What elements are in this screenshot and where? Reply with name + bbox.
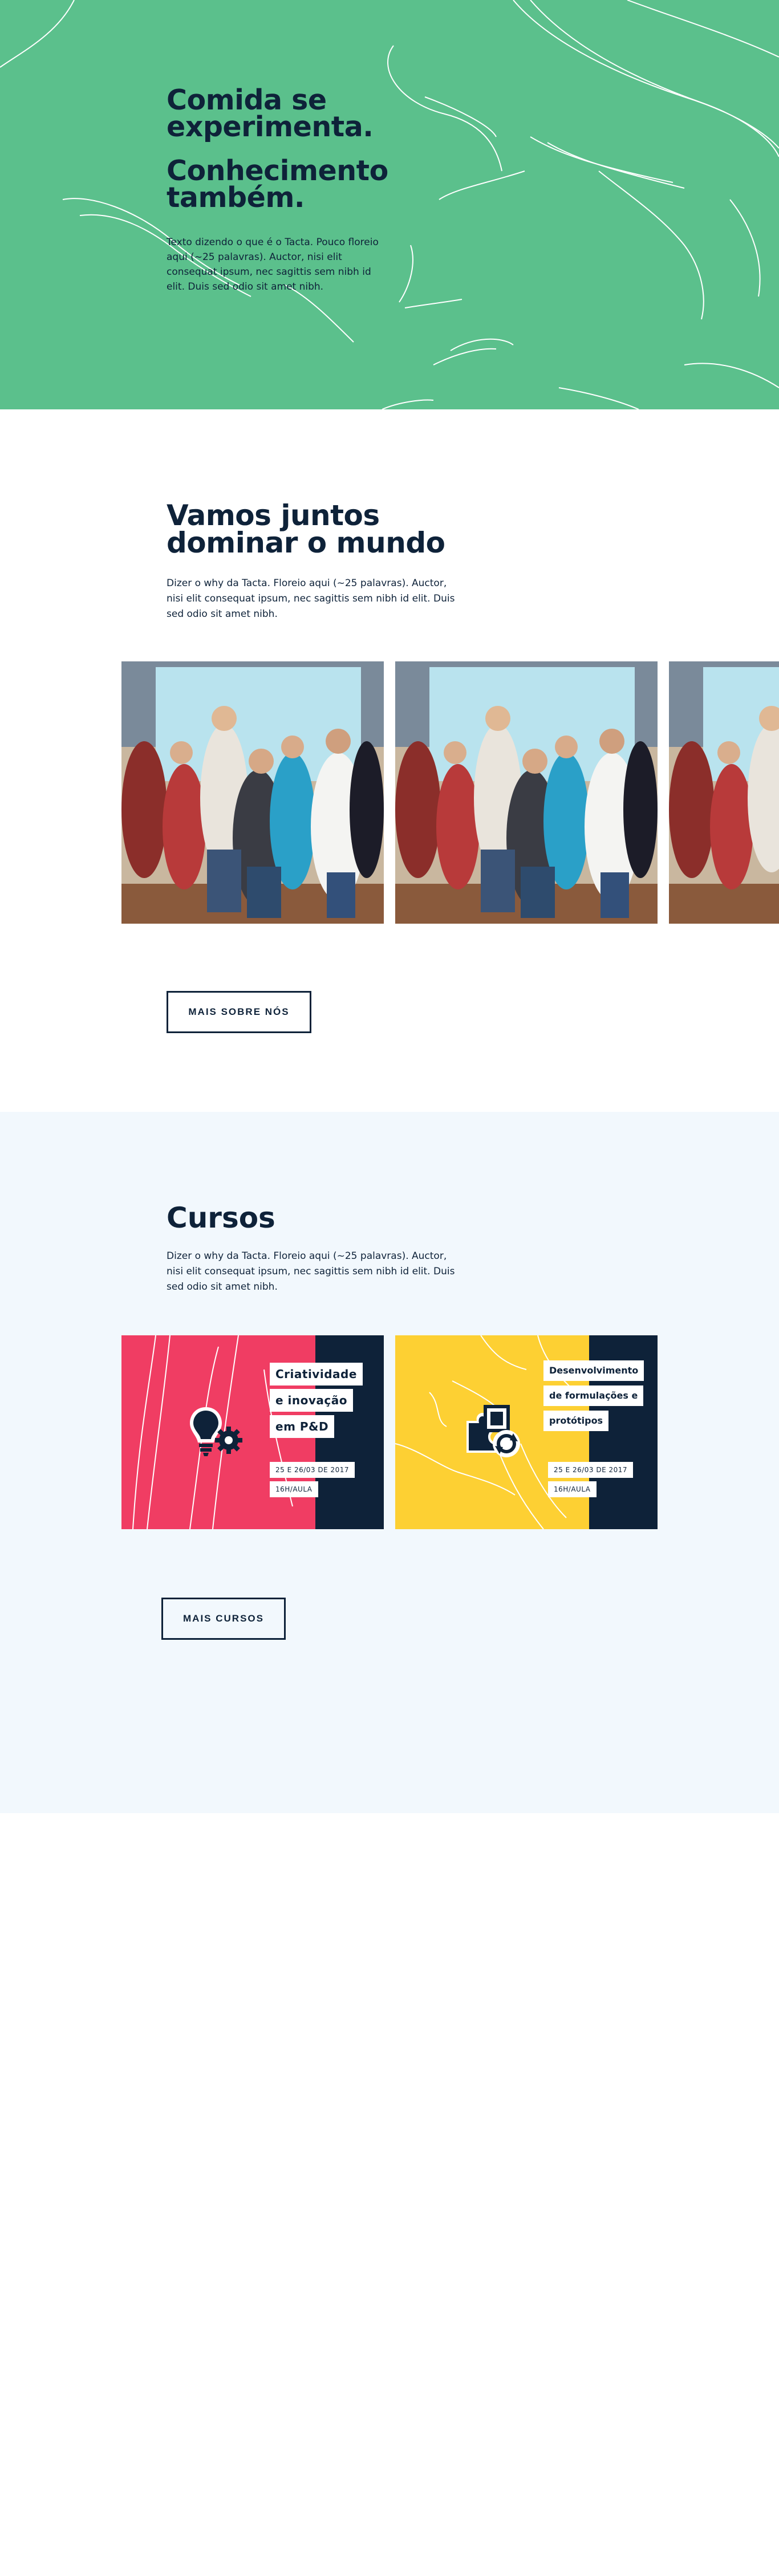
- group-photo-image: [669, 661, 779, 924]
- courses-section: [0, 1112, 779, 1813]
- hero-text-block: Comida se experimenta. Conhecimento tamb…: [167, 84, 406, 294]
- course-hours: 16H/AULA: [270, 1481, 318, 1497]
- hero-description: Texto dizendo o que é o Tacta. Pouco flo…: [167, 237, 379, 292]
- puzzle-refresh-icon: [466, 1405, 520, 1457]
- course-date: 25 E 26/03 DE 2017: [270, 1462, 355, 1478]
- lightbulb-gear-icon: [190, 1407, 242, 1456]
- course-card[interactable]: Desenvolvimento de formulações e protóti…: [395, 1335, 658, 1529]
- photo-gallery[interactable]: [121, 661, 779, 924]
- course-title-line: Desenvolvimento: [543, 1360, 644, 1381]
- course-card[interactable]: Criatividade e inovação em P&D 25 E 26/0…: [121, 1335, 384, 1529]
- course-title-line: de formulações e: [543, 1385, 644, 1406]
- about-description: Dizer o why da Tacta. Floreio aqui (~25 …: [167, 578, 455, 620]
- courses-more-button[interactable]: MAIS CURSOS: [161, 1598, 286, 1640]
- group-photo-image: [121, 661, 384, 924]
- gallery-photo[interactable]: [669, 661, 779, 924]
- hero-title-line2: Conhecimento também.: [167, 155, 388, 214]
- course-title-line: em P&D: [270, 1415, 335, 1438]
- course-hours: 16H/AULA: [548, 1481, 597, 1497]
- courses-description: Dizer o why da Tacta. Floreio aqui (~25 …: [167, 1250, 455, 1293]
- hero-section: Comida se experimenta. Conhecimento tamb…: [0, 0, 779, 409]
- hero-title-line1: Comida se experimenta.: [167, 84, 374, 143]
- courses-title: Cursos: [167, 1201, 275, 1234]
- about-more-button[interactable]: MAIS SOBRE NÓS: [167, 991, 311, 1033]
- group-photo-image: [395, 661, 658, 924]
- course-title-line: e inovação: [270, 1389, 353, 1412]
- course-date: 25 E 26/03 DE 2017: [548, 1462, 634, 1478]
- about-title: Vamos juntos dominar o mundo: [167, 499, 445, 559]
- gallery-photo[interactable]: [121, 661, 384, 924]
- gallery-photo[interactable]: [395, 661, 658, 924]
- course-title-line: protótipos: [543, 1411, 609, 1431]
- course-title-line: Criatividade: [270, 1363, 363, 1385]
